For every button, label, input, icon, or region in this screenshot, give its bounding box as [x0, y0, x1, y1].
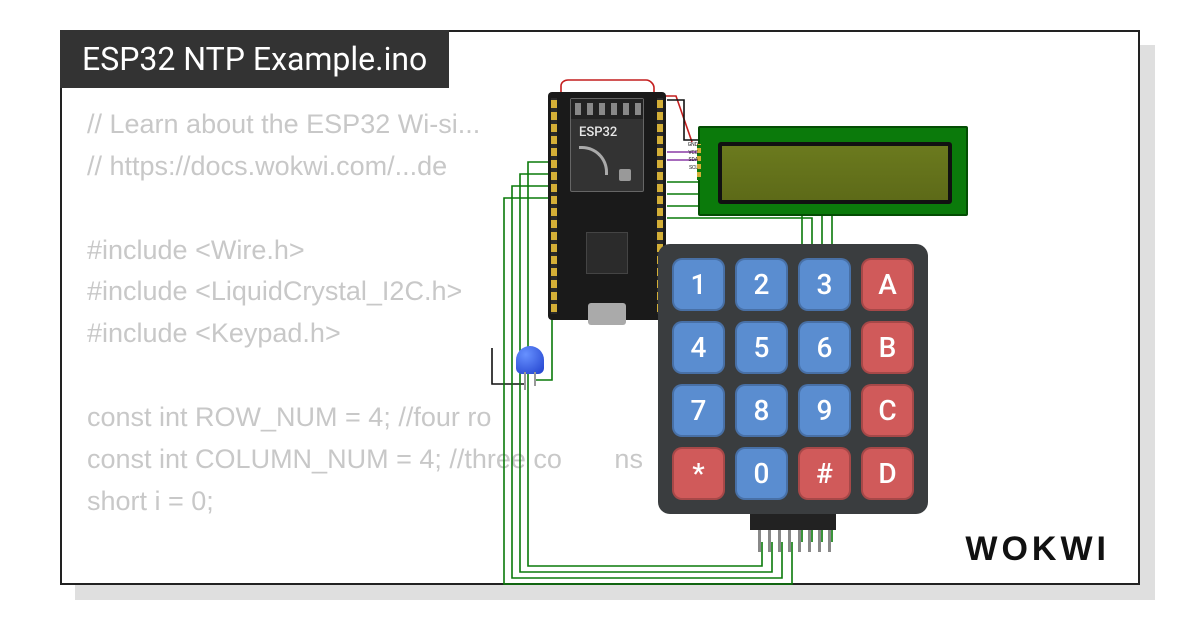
- code-line: // Learn about the ESP32 Wi-si...: [87, 109, 480, 139]
- key-6[interactable]: 6: [798, 321, 851, 374]
- esp32-chip-dot: [619, 169, 631, 181]
- lcd-screen: [718, 142, 952, 204]
- esp32-pins-left: [551, 98, 557, 314]
- led-anode: [524, 372, 526, 390]
- key-a[interactable]: A: [861, 258, 914, 311]
- code-line: const int COLUMN_NUM = 4; //three co ns: [87, 444, 643, 474]
- wokwi-logo: WOKWI: [965, 530, 1110, 569]
- code-line: #include <Wire.h>: [87, 235, 305, 265]
- key-9[interactable]: 9: [798, 384, 851, 437]
- code-line: #include <Keypad.h>: [87, 318, 341, 348]
- esp32-board[interactable]: ESP32: [548, 92, 666, 320]
- connector-pins: [755, 530, 831, 552]
- led-cathode: [534, 372, 536, 386]
- esp32-antenna-icon: [571, 99, 643, 119]
- led-bulb-icon: [516, 346, 544, 374]
- key-2[interactable]: 2: [735, 258, 788, 311]
- code-line: // https://docs.wokwi.com/...de: [87, 151, 447, 181]
- lcd-pin-vcc: VCC: [684, 150, 698, 158]
- key-8[interactable]: 8: [735, 384, 788, 437]
- key-4[interactable]: 4: [672, 321, 725, 374]
- file-title-tab: ESP32 NTP Example.ino: [60, 30, 449, 88]
- code-line: #include <LiquidCrystal_I2C.h>: [87, 276, 462, 306]
- key-d[interactable]: D: [861, 447, 914, 500]
- key-3[interactable]: 3: [798, 258, 851, 311]
- lcd-pin-gnd: GND: [684, 142, 698, 150]
- file-title: ESP32 NTP Example.ino: [82, 40, 427, 78]
- esp32-label: ESP32: [579, 125, 617, 140]
- key-c[interactable]: C: [861, 384, 914, 437]
- lcd-16x2[interactable]: GND VCC SDA SCL: [698, 126, 968, 216]
- key-hash[interactable]: #: [798, 447, 851, 500]
- code-line: const int ROW_NUM = 4; //four ro: [87, 402, 491, 432]
- lcd-pin-scl: SCL: [684, 165, 698, 173]
- code-line: short i = 0;: [87, 486, 214, 516]
- esp32-module: ESP32: [570, 98, 644, 192]
- wifi-icon: [579, 149, 605, 175]
- key-star[interactable]: *: [672, 447, 725, 500]
- esp32-secondary-chip: [586, 232, 628, 274]
- key-5[interactable]: 5: [735, 321, 788, 374]
- project-card: ESP32 NTP Example.ino // Learn about the…: [60, 30, 1140, 585]
- lcd-pin-sda: SDA: [684, 157, 698, 165]
- key-7[interactable]: 7: [672, 384, 725, 437]
- key-b[interactable]: B: [861, 321, 914, 374]
- lcd-pin-labels: GND VCC SDA SCL: [684, 142, 698, 172]
- connector-body: [750, 514, 836, 530]
- led-component[interactable]: [516, 346, 544, 384]
- key-1[interactable]: 1: [672, 258, 725, 311]
- keypad-connector: [750, 514, 836, 552]
- keypad-4x4[interactable]: 1 2 3 A 4 5 6 B 7 8 9 C * 0 # D: [658, 244, 928, 514]
- esp32-usb-port: [588, 303, 626, 325]
- key-0[interactable]: 0: [735, 447, 788, 500]
